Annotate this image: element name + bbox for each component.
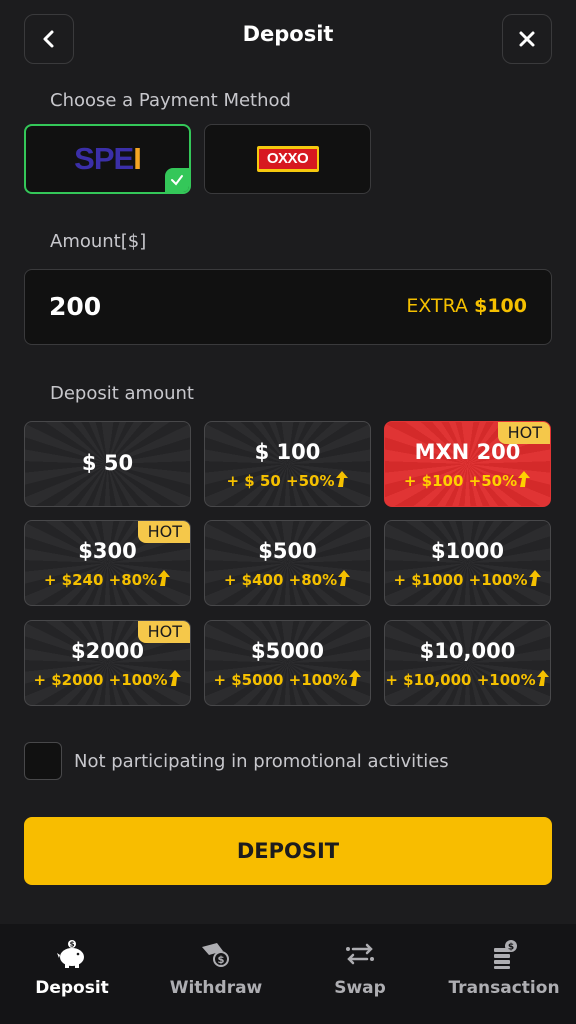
payment-method-spei[interactable]: SPEI	[24, 124, 191, 194]
bonus-up-arrow-icon	[518, 471, 531, 487]
deposit-tile-50[interactable]: $ 50	[24, 421, 191, 507]
tile-bonus: + $400 +80%	[205, 569, 370, 589]
bonus-up-arrow-icon	[168, 670, 181, 686]
payment-method-oxxo[interactable]: OXXO	[204, 124, 371, 194]
tile-amount: $1000	[430, 539, 505, 563]
deposit-tile-1000[interactable]: $1000 + $1000 +100%	[384, 520, 551, 606]
bonus-up-arrow-icon	[536, 670, 549, 686]
svg-text:$: $	[70, 941, 75, 949]
tile-amount: $ 100	[254, 440, 321, 464]
transaction-coins-icon: $	[487, 938, 521, 970]
piggy-bank-icon: $	[55, 938, 89, 970]
deposit-amount-label: Deposit amount	[50, 383, 194, 404]
selected-check-icon	[165, 168, 189, 192]
tile-bonus: + $10,000 +100%	[385, 669, 550, 689]
amount-input[interactable]: 200 EXTRA $100	[24, 269, 552, 345]
tile-bonus: + $100 +50%	[385, 470, 550, 490]
payment-method-label: Choose a Payment Method	[50, 90, 291, 111]
svg-text:$: $	[218, 955, 225, 966]
tile-amount: $500	[258, 539, 317, 563]
deposit-tile-2000[interactable]: $2000 + $2000 +100% HOT	[24, 620, 191, 706]
bonus-up-arrow-icon	[348, 670, 361, 686]
bonus-up-arrow-icon	[528, 570, 541, 586]
bonus-up-arrow-icon	[158, 570, 171, 586]
nav-item-swap[interactable]: Swap	[288, 924, 432, 1024]
tile-bonus: + $1000 +100%	[385, 569, 550, 589]
close-icon	[519, 31, 535, 47]
nav-item-withdraw[interactable]: $ Withdraw	[144, 924, 288, 1024]
hot-badge: HOT	[137, 521, 190, 543]
svg-text:$: $	[508, 943, 514, 953]
oxxo-logo: OXXO	[256, 146, 319, 172]
tile-bonus: + $2000 +100%	[25, 669, 190, 689]
spei-logo: SPEI	[74, 141, 142, 176]
tile-bonus: + $ 50 +50%	[205, 470, 370, 490]
promo-opt-out-checkbox[interactable]	[24, 742, 62, 780]
swap-arrows-icon	[343, 938, 377, 970]
hot-badge: HOT	[497, 422, 550, 444]
deposit-tile-100[interactable]: $ 100 + $ 50 +50%	[204, 421, 371, 507]
withdraw-hand-icon: $	[199, 938, 233, 970]
promo-opt-out-label: Not participating in promotional activit…	[74, 750, 449, 772]
deposit-tile-5000[interactable]: $5000 + $5000 +100%	[204, 620, 371, 706]
tile-amount: $ 50	[81, 451, 134, 475]
deposit-button[interactable]: DEPOSIT	[24, 817, 552, 885]
extra-bonus: EXTRA $100	[406, 295, 527, 317]
tile-amount: $5000	[250, 639, 325, 663]
bonus-up-arrow-icon	[338, 570, 351, 586]
deposit-tile-10000[interactable]: $10,000 + $10,000 +100%	[384, 620, 551, 706]
close-button[interactable]	[502, 14, 552, 64]
tile-amount: $10,000	[419, 639, 516, 663]
hot-badge: HOT	[137, 621, 190, 643]
deposit-tile-mxn-200[interactable]: MXN 200 + $100 +50% HOT	[384, 421, 551, 507]
deposit-tile-500[interactable]: $500 + $400 +80%	[204, 520, 371, 606]
nav-item-deposit[interactable]: $ Deposit	[0, 924, 144, 1024]
promo-opt-out-row[interactable]: Not participating in promotional activit…	[24, 741, 449, 781]
deposit-tile-300[interactable]: $300 + $240 +80% HOT	[24, 520, 191, 606]
tile-bonus: + $240 +80%	[25, 569, 190, 589]
amount-value: 200	[49, 292, 102, 321]
tile-bonus: + $5000 +100%	[205, 669, 370, 689]
header: Deposit	[0, 0, 576, 80]
amount-label: Amount[$]	[50, 231, 147, 252]
bonus-up-arrow-icon	[335, 471, 348, 487]
nav-item-transaction[interactable]: $ Transaction	[432, 924, 576, 1024]
bottom-nav: $ Deposit $ Withdraw Swap $ Transaction	[0, 924, 576, 1024]
page-title: Deposit	[242, 22, 334, 46]
